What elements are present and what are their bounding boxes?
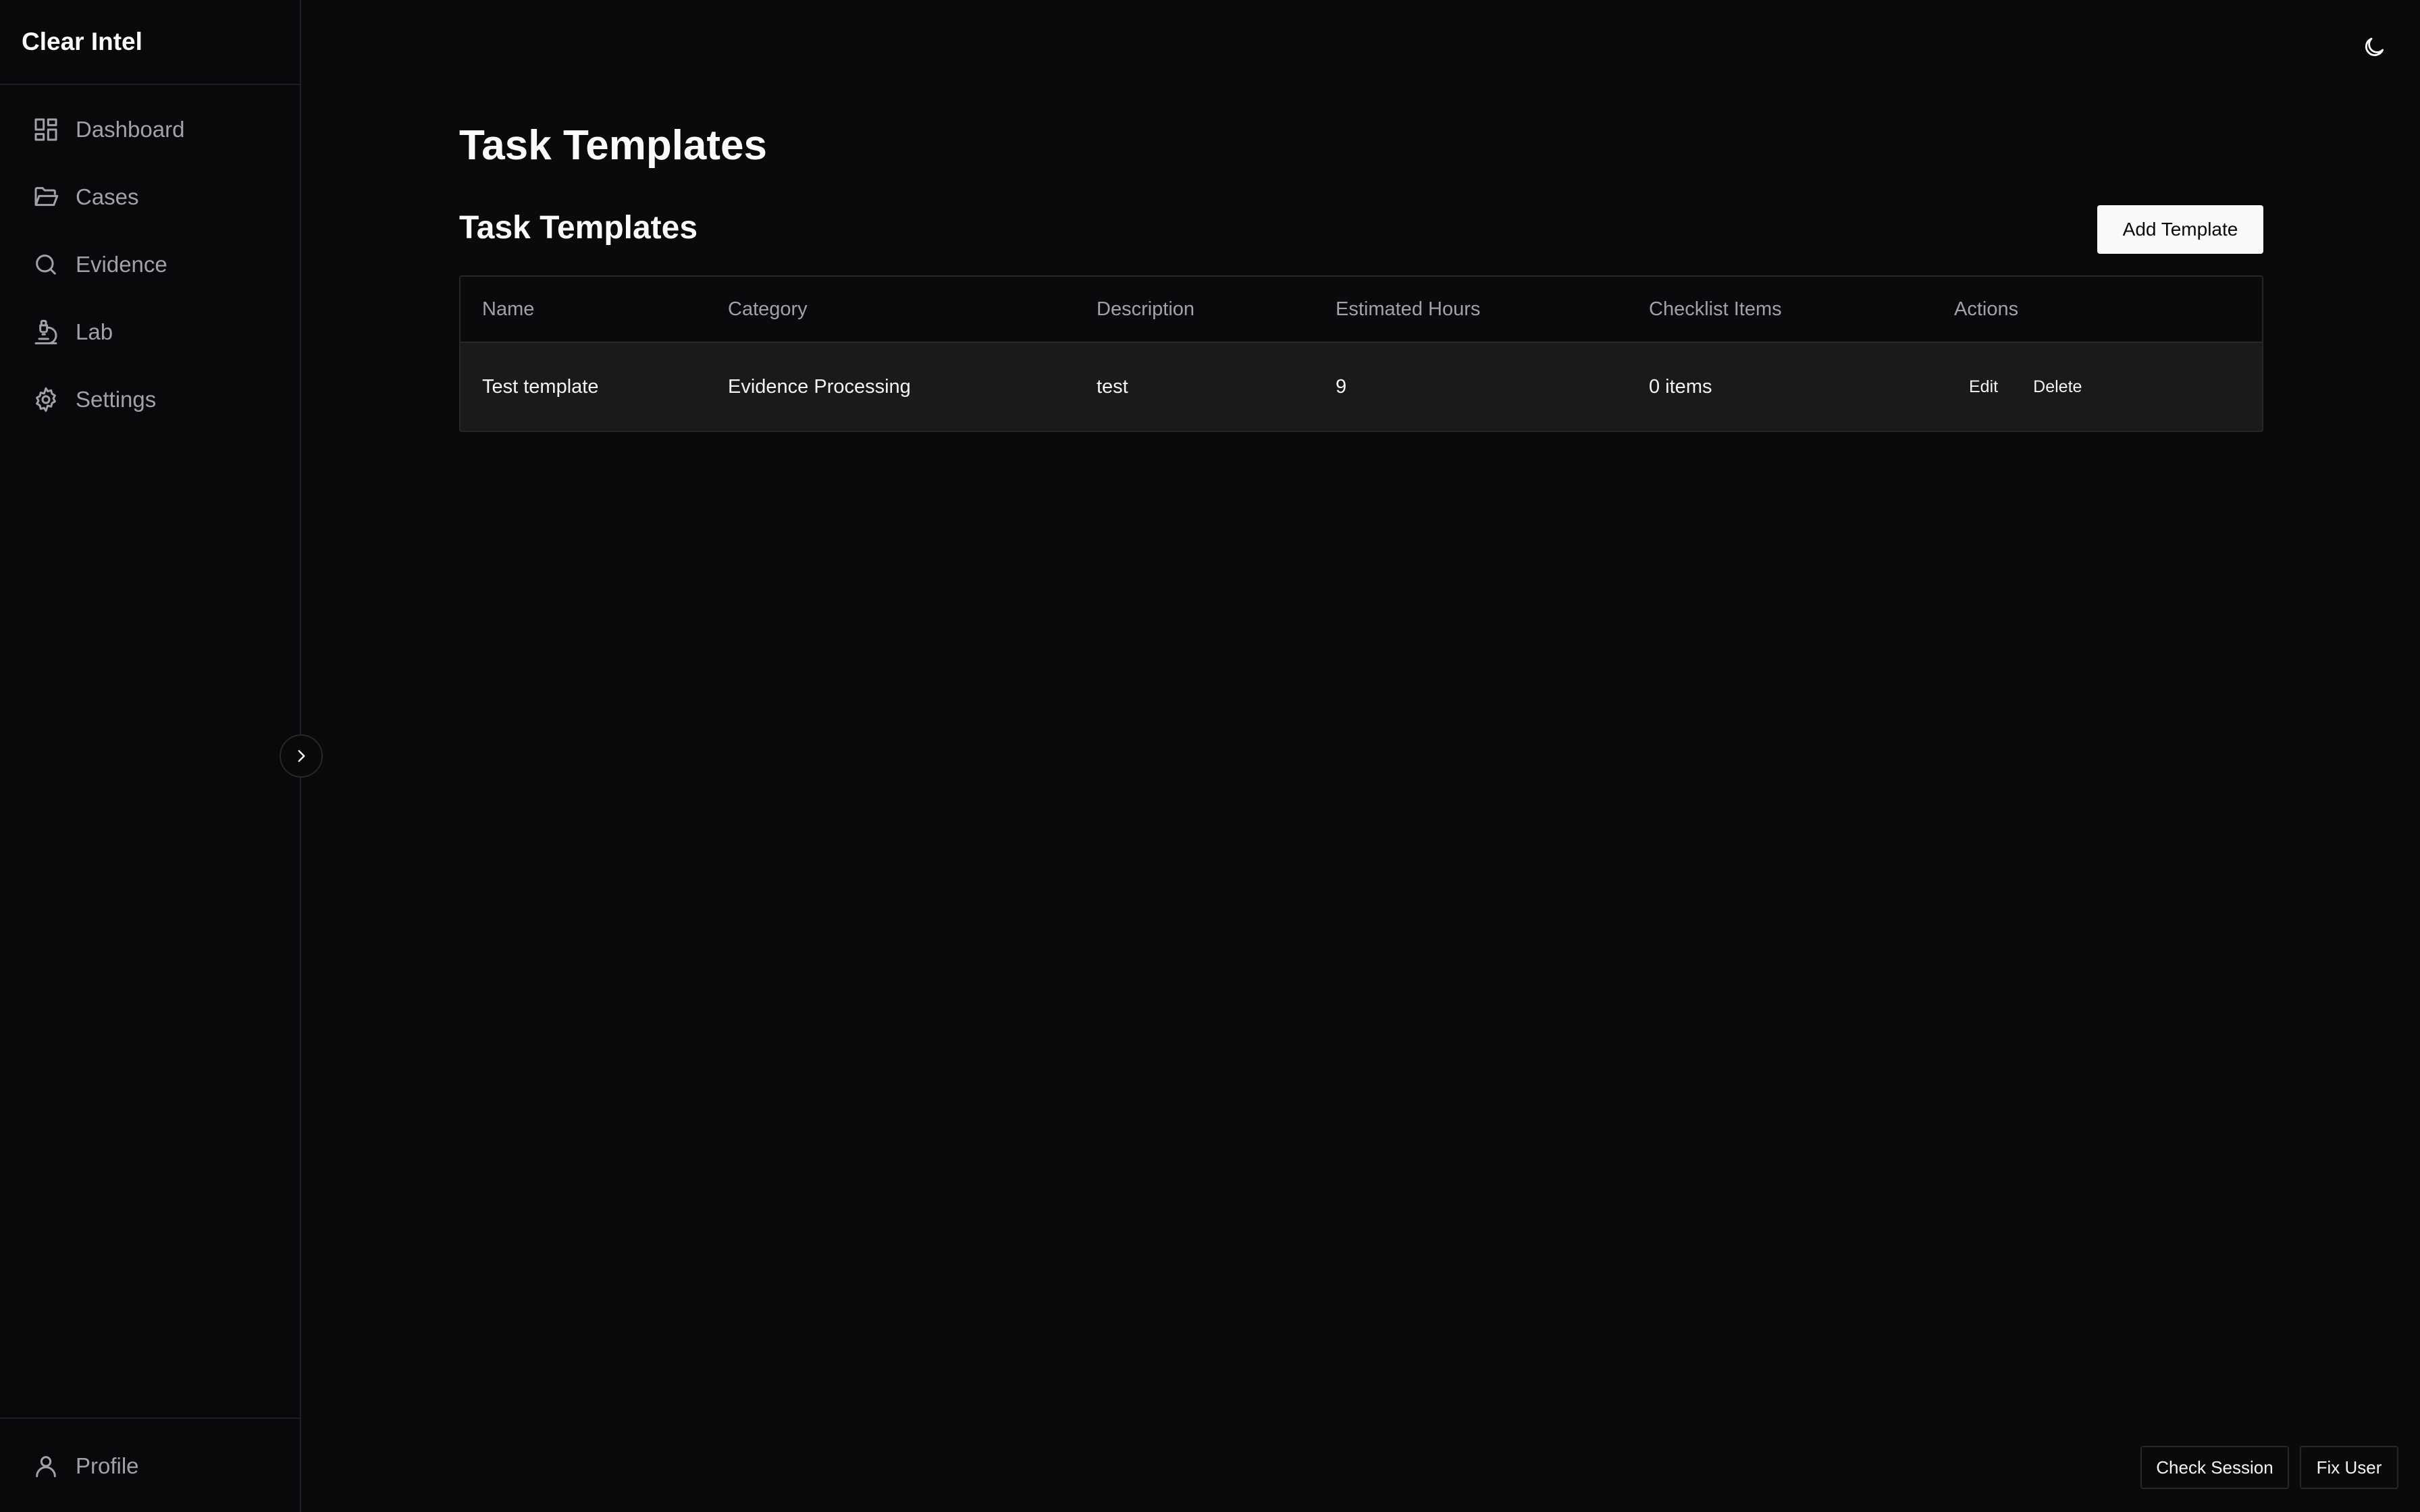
sidebar-item-label: Settings: [76, 387, 157, 412]
table-header: Name Category Description Estimated Hour…: [461, 277, 2262, 343]
column-header-actions: Actions: [1954, 298, 2019, 320]
sidebar-item-profile[interactable]: Profile: [0, 1419, 300, 1512]
sidebar-item-label: Evidence: [76, 252, 167, 277]
sidebar-item-label: Lab: [76, 319, 113, 344]
cell-category: Evidence Processing: [728, 375, 911, 398]
sidebar-item-lab[interactable]: Lab: [0, 298, 300, 366]
check-session-button[interactable]: Check Session: [2140, 1446, 2289, 1489]
sidebar-nav: Dashboard Cases Evidence Lab Settings: [0, 85, 300, 433]
edit-button[interactable]: Edit: [1954, 371, 2013, 404]
gear-icon: [32, 386, 59, 413]
fix-user-button[interactable]: Fix User: [2300, 1446, 2398, 1489]
app-brand: Clear Intel: [0, 0, 300, 85]
sidebar-item-cases[interactable]: Cases: [0, 163, 300, 231]
page-title: Task Templates: [459, 122, 768, 169]
column-header-checklist-items: Checklist Items: [1649, 298, 1782, 320]
sidebar-item-label: Cases: [76, 184, 139, 209]
search-icon: [32, 251, 59, 278]
cell-estimated-hours: 9: [1336, 375, 1347, 398]
moon-icon: [2365, 37, 2384, 57]
sidebar-footer: Profile: [0, 1418, 300, 1512]
theme-toggle-button[interactable]: [2357, 30, 2392, 65]
cell-checklist-items: 0 items: [1649, 375, 1712, 398]
table-row: Test template Evidence Processing test 9…: [461, 343, 2262, 431]
microscope-icon: [32, 319, 59, 346]
sidebar-item-dashboard[interactable]: Dashboard: [0, 96, 300, 163]
sidebar-expand-button[interactable]: [280, 734, 323, 778]
cell-description: test: [1097, 375, 1128, 398]
app-root: Clear Intel Dashboard Cases Evidence Lab…: [0, 0, 2420, 1512]
delete-button[interactable]: Delete: [2018, 371, 2097, 404]
cell-actions: Edit Delete: [1954, 371, 2262, 404]
column-header-estimated-hours: Estimated Hours: [1336, 298, 1481, 320]
column-header-name: Name: [482, 298, 535, 320]
sidebar-item-settings[interactable]: Settings: [0, 366, 300, 433]
column-header-description: Description: [1097, 298, 1195, 320]
section-title: Task Templates: [459, 210, 698, 246]
sidebar-item-evidence[interactable]: Evidence: [0, 231, 300, 298]
dashboard-icon: [32, 116, 59, 143]
cell-name: Test template: [482, 375, 599, 398]
folder-open-icon: [32, 184, 59, 211]
sidebar-item-label: Profile: [76, 1453, 139, 1478]
add-template-button[interactable]: Add Template: [2097, 205, 2263, 254]
chevron-right-icon: [298, 750, 305, 762]
sidebar: Clear Intel Dashboard Cases Evidence Lab…: [0, 0, 301, 1512]
templates-table: Name Category Description Estimated Hour…: [459, 275, 2263, 432]
sidebar-item-label: Dashboard: [76, 117, 185, 142]
column-header-category: Category: [728, 298, 808, 320]
user-icon: [32, 1453, 59, 1480]
